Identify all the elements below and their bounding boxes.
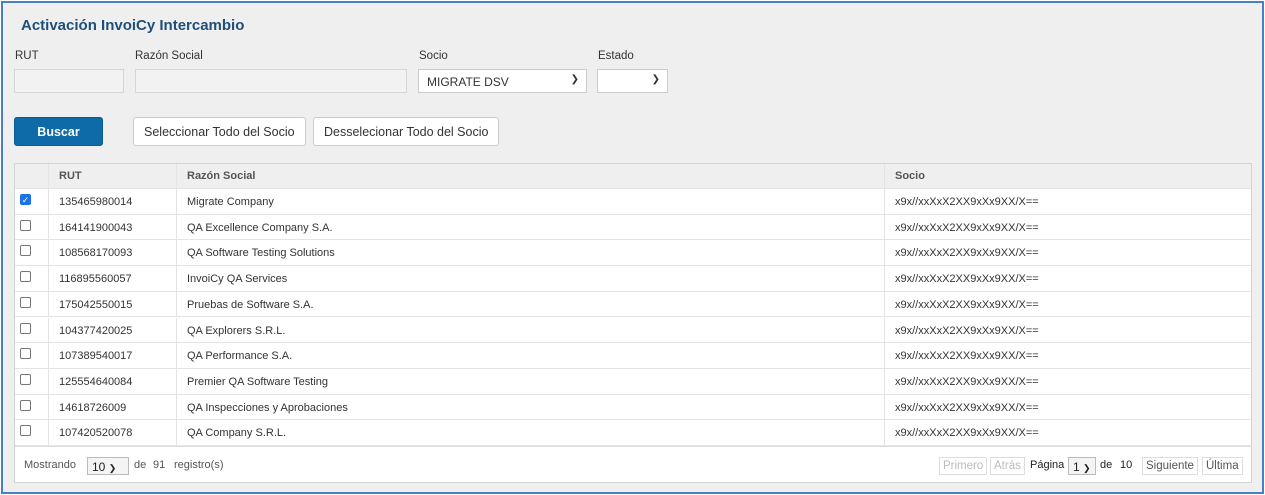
buscar-button[interactable]: Buscar [14, 117, 103, 146]
cell-rut: 164141900043 [48, 215, 176, 240]
cell-razon-social: QA Explorers S.R.L. [176, 318, 884, 343]
cell-razon-social: Pruebas de Software S.A. [176, 292, 884, 317]
de-pages-label: de [1100, 459, 1112, 471]
socio-select[interactable]: MIGRATE DSV ❯ [418, 69, 587, 93]
page-value: 1 [1073, 460, 1080, 474]
row-checkbox[interactable] [20, 220, 31, 231]
pagina-label: Página [1030, 459, 1064, 471]
cell-razon-social: QA Software Testing Solutions [176, 240, 884, 265]
mostrando-label: Mostrando [24, 459, 76, 471]
table-row: 125554640084 Premier QA Software Testing… [15, 369, 1251, 395]
socio-label: Socio [419, 50, 448, 62]
cell-socio: x9x//xxXxX2XX9xXx9XX/X== [884, 343, 1253, 368]
cell-razon-social: InvoiCy QA Services [176, 266, 884, 291]
cell-socio: x9x//xxXxX2XX9xXx9XX/X== [884, 420, 1253, 445]
cell-socio: x9x//xxXxX2XX9xXx9XX/X== [884, 292, 1253, 317]
chevron-down-icon: ❯ [652, 74, 660, 85]
row-checkbox[interactable] [20, 374, 31, 385]
chevron-down-icon: ❯ [1083, 463, 1091, 473]
cell-rut: 116895560057 [48, 266, 176, 291]
total-records: 91 [153, 459, 165, 471]
page-size-select[interactable]: 10 ❯ [87, 457, 129, 475]
cell-rut: 14618726009 [48, 395, 176, 420]
cell-razon-social: Migrate Company [176, 189, 884, 214]
de-label: de [134, 459, 146, 471]
last-page-button[interactable]: Última [1202, 457, 1243, 475]
razon-social-label: Razón Social [135, 50, 203, 62]
row-checkbox[interactable] [20, 271, 31, 282]
table-row: 14618726009 QA Inspecciones y Aprobacion… [15, 395, 1251, 421]
cell-socio: x9x//xxXxX2XX9xXx9XX/X== [884, 189, 1253, 214]
cell-razon-social: Premier QA Software Testing [176, 369, 884, 394]
select-all-button[interactable]: Seleccionar Todo del Socio [133, 117, 306, 146]
table-footer: Mostrando 10 ❯ de 91 registro(s) Primero… [15, 446, 1251, 483]
row-checkbox[interactable] [20, 297, 31, 308]
page-panel: Activación InvoiCy Intercambio RUT Razón… [1, 1, 1264, 494]
first-page-button[interactable]: Primero [939, 457, 987, 475]
cell-razon-social: QA Inspecciones y Aprobaciones [176, 395, 884, 420]
total-pages: 10 [1120, 459, 1132, 471]
cell-razon-social: QA Company S.R.L. [176, 420, 884, 445]
table-row: 108568170093 QA Software Testing Solutio… [15, 240, 1251, 266]
results-table: RUT Razón Social Socio ✓ 135465980014 Mi… [14, 163, 1252, 483]
table-row: ✓ 135465980014 Migrate Company x9x//xxXx… [15, 189, 1251, 215]
row-checkbox[interactable] [20, 323, 31, 334]
cell-razon-social: QA Excellence Company S.A. [176, 215, 884, 240]
cell-razon-social: QA Performance S.A. [176, 343, 884, 368]
cell-rut: 104377420025 [48, 318, 176, 343]
rut-label: RUT [15, 50, 39, 62]
table-header: RUT Razón Social Socio [15, 164, 1251, 189]
registros-label: registro(s) [174, 459, 224, 471]
deselect-all-button[interactable]: Desselecionar Todo del Socio [313, 117, 499, 146]
cell-socio: x9x//xxXxX2XX9xXx9XX/X== [884, 369, 1253, 394]
estado-select[interactable]: ❯ [597, 69, 668, 93]
cell-socio: x9x//xxXxX2XX9xXx9XX/X== [884, 215, 1253, 240]
chevron-down-icon: ❯ [571, 74, 579, 85]
page-title: Activación InvoiCy Intercambio [21, 17, 244, 34]
row-checkbox[interactable] [20, 400, 31, 411]
header-rut[interactable]: RUT [48, 164, 176, 188]
table-row: 116895560057 InvoiCy QA Services x9x//xx… [15, 266, 1251, 292]
table-row: 175042550015 Pruebas de Software S.A. x9… [15, 292, 1251, 318]
row-checkbox[interactable] [20, 425, 31, 436]
table-row: 107420520078 QA Company S.R.L. x9x//xxXx… [15, 420, 1251, 446]
cell-rut: 125554640084 [48, 369, 176, 394]
cell-rut: 108568170093 [48, 240, 176, 265]
cell-socio: x9x//xxXxX2XX9xXx9XX/X== [884, 240, 1253, 265]
cell-socio: x9x//xxXxX2XX9xXx9XX/X== [884, 395, 1253, 420]
razon-social-input[interactable] [135, 69, 407, 93]
page-size-value: 10 [92, 460, 105, 474]
table-row: 107389540017 QA Performance S.A. x9x//xx… [15, 343, 1251, 369]
cell-rut: 107420520078 [48, 420, 176, 445]
row-checkbox[interactable]: ✓ [20, 194, 31, 205]
table-row: 104377420025 QA Explorers S.R.L. x9x//xx… [15, 318, 1251, 344]
chevron-down-icon: ❯ [109, 463, 117, 473]
estado-label: Estado [598, 50, 634, 62]
next-page-button[interactable]: Siguiente [1142, 457, 1198, 475]
cell-rut: 107389540017 [48, 343, 176, 368]
rut-input[interactable] [14, 69, 124, 93]
cell-socio: x9x//xxXxX2XX9xXx9XX/X== [884, 266, 1253, 291]
cell-socio: x9x//xxXxX2XX9xXx9XX/X== [884, 318, 1253, 343]
cell-rut: 175042550015 [48, 292, 176, 317]
row-checkbox[interactable] [20, 348, 31, 359]
cell-rut: 135465980014 [48, 189, 176, 214]
prev-page-button[interactable]: Atrás [990, 457, 1025, 475]
header-razon-social[interactable]: Razón Social [176, 164, 884, 188]
page-select[interactable]: 1 ❯ [1068, 457, 1096, 475]
header-socio[interactable]: Socio [884, 164, 1253, 188]
socio-value: MIGRATE DSV [427, 75, 509, 89]
row-checkbox[interactable] [20, 245, 31, 256]
table-row: 164141900043 QA Excellence Company S.A. … [15, 215, 1251, 241]
